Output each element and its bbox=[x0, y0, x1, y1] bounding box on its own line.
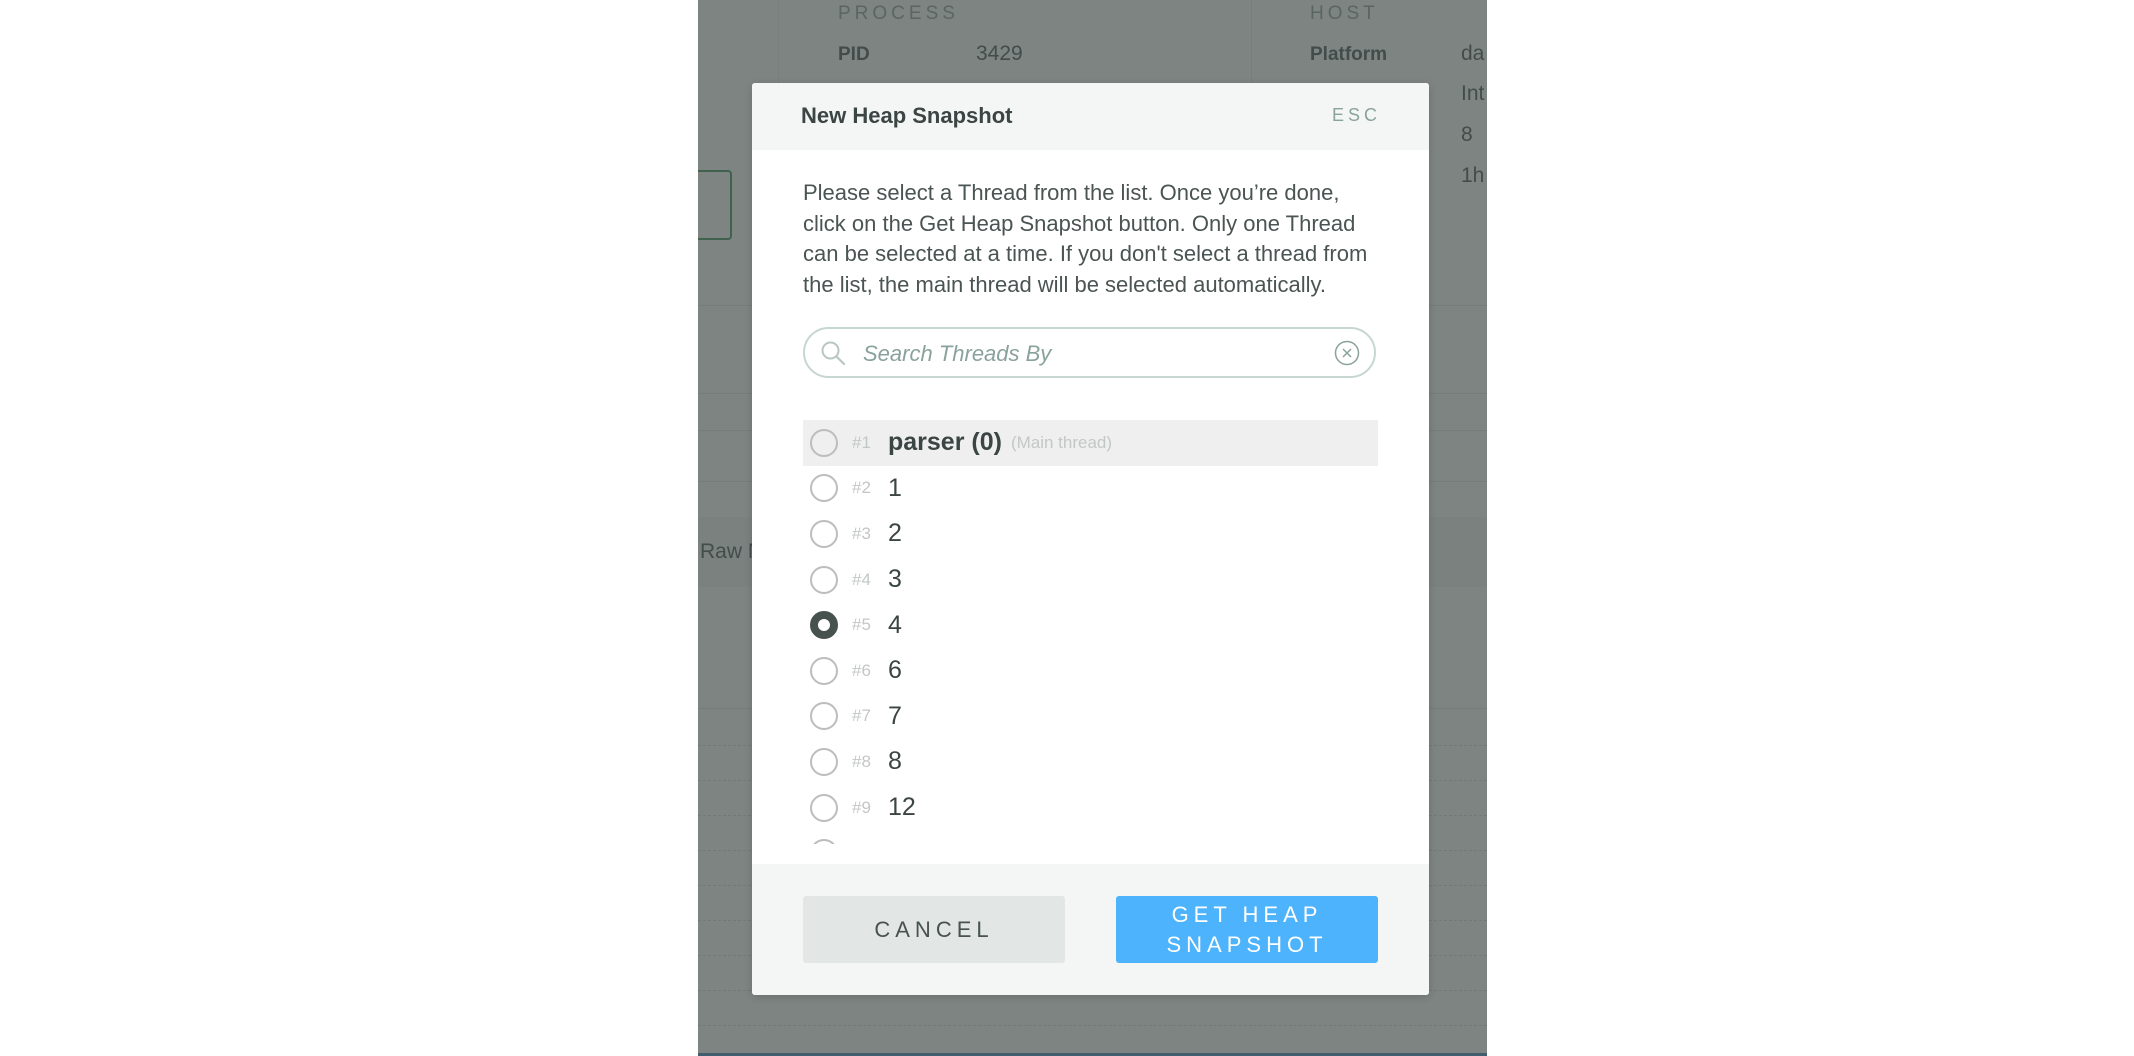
dialog-header: New Heap Snapshot ESC bbox=[752, 83, 1429, 150]
thread-radio[interactable] bbox=[810, 474, 838, 503]
thread-row-partial[interactable] bbox=[803, 830, 1378, 844]
thread-row[interactable]: #9 12 bbox=[803, 785, 1378, 831]
thread-name: parser (0) bbox=[888, 428, 1002, 457]
thread-name: 1 bbox=[888, 473, 902, 502]
thread-radio-checked[interactable] bbox=[810, 611, 838, 640]
thread-radio[interactable] bbox=[810, 747, 838, 776]
thread-row[interactable]: #3 2 bbox=[803, 511, 1378, 557]
thread-radio[interactable] bbox=[810, 702, 838, 731]
thread-radio[interactable] bbox=[810, 565, 838, 594]
thread-radio[interactable] bbox=[810, 428, 838, 457]
thread-name: 4 bbox=[888, 610, 902, 639]
thread-row[interactable]: #7 7 bbox=[803, 694, 1378, 740]
thread-index: #1 bbox=[852, 432, 871, 452]
thread-name: 3 bbox=[888, 565, 902, 594]
dialog-description: Please select a Thread from the list. On… bbox=[803, 180, 1368, 297]
thread-row[interactable]: #4 3 bbox=[803, 557, 1378, 603]
thread-radio[interactable] bbox=[810, 519, 838, 548]
heap-snapshot-dialog: New Heap Snapshot ESC Please select a Th… bbox=[752, 83, 1429, 995]
thread-index: #4 bbox=[852, 569, 871, 589]
thread-row[interactable]: #6 6 bbox=[803, 648, 1378, 694]
esc-close-button[interactable]: ESC bbox=[1332, 105, 1381, 126]
dialog-title: New Heap Snapshot bbox=[801, 103, 1013, 128]
thread-radio[interactable] bbox=[810, 839, 838, 844]
main-thread-tag: (Main thread) bbox=[1010, 432, 1113, 452]
thread-search-box bbox=[803, 327, 1376, 378]
thread-name: 7 bbox=[888, 701, 902, 730]
search-icon bbox=[821, 341, 846, 366]
thread-index: #5 bbox=[852, 615, 871, 635]
thread-index: #9 bbox=[852, 797, 871, 817]
clear-search-icon[interactable] bbox=[1334, 340, 1360, 366]
thread-row[interactable]: #1 parser (0) (Main thread) bbox=[803, 420, 1378, 466]
thread-name: 6 bbox=[888, 656, 902, 685]
cancel-button[interactable]: CANCEL bbox=[803, 896, 1065, 963]
thread-index: #2 bbox=[852, 478, 871, 498]
thread-index: #3 bbox=[852, 523, 871, 543]
get-heap-snapshot-button[interactable]: GET HEAP SNAPSHOT bbox=[1116, 896, 1378, 963]
thread-index: #6 bbox=[852, 660, 871, 680]
thread-radio[interactable] bbox=[810, 656, 838, 685]
thread-name: 2 bbox=[888, 519, 902, 548]
thread-row[interactable]: #2 1 bbox=[803, 466, 1378, 512]
thread-index: #8 bbox=[852, 751, 871, 771]
thread-row[interactable]: #8 8 bbox=[803, 739, 1378, 785]
thread-name: 12 bbox=[888, 793, 916, 822]
thread-row-selected[interactable]: #5 4 bbox=[803, 602, 1378, 648]
thread-radio[interactable] bbox=[810, 793, 838, 822]
dialog-footer: CANCEL GET HEAP SNAPSHOT bbox=[752, 864, 1429, 995]
thread-search-input[interactable] bbox=[861, 329, 1335, 378]
thread-name: 8 bbox=[888, 747, 902, 776]
thread-list[interactable]: #1 parser (0) (Main thread) #2 1 #3 2 #4… bbox=[803, 420, 1378, 844]
thread-index: #7 bbox=[852, 706, 871, 726]
